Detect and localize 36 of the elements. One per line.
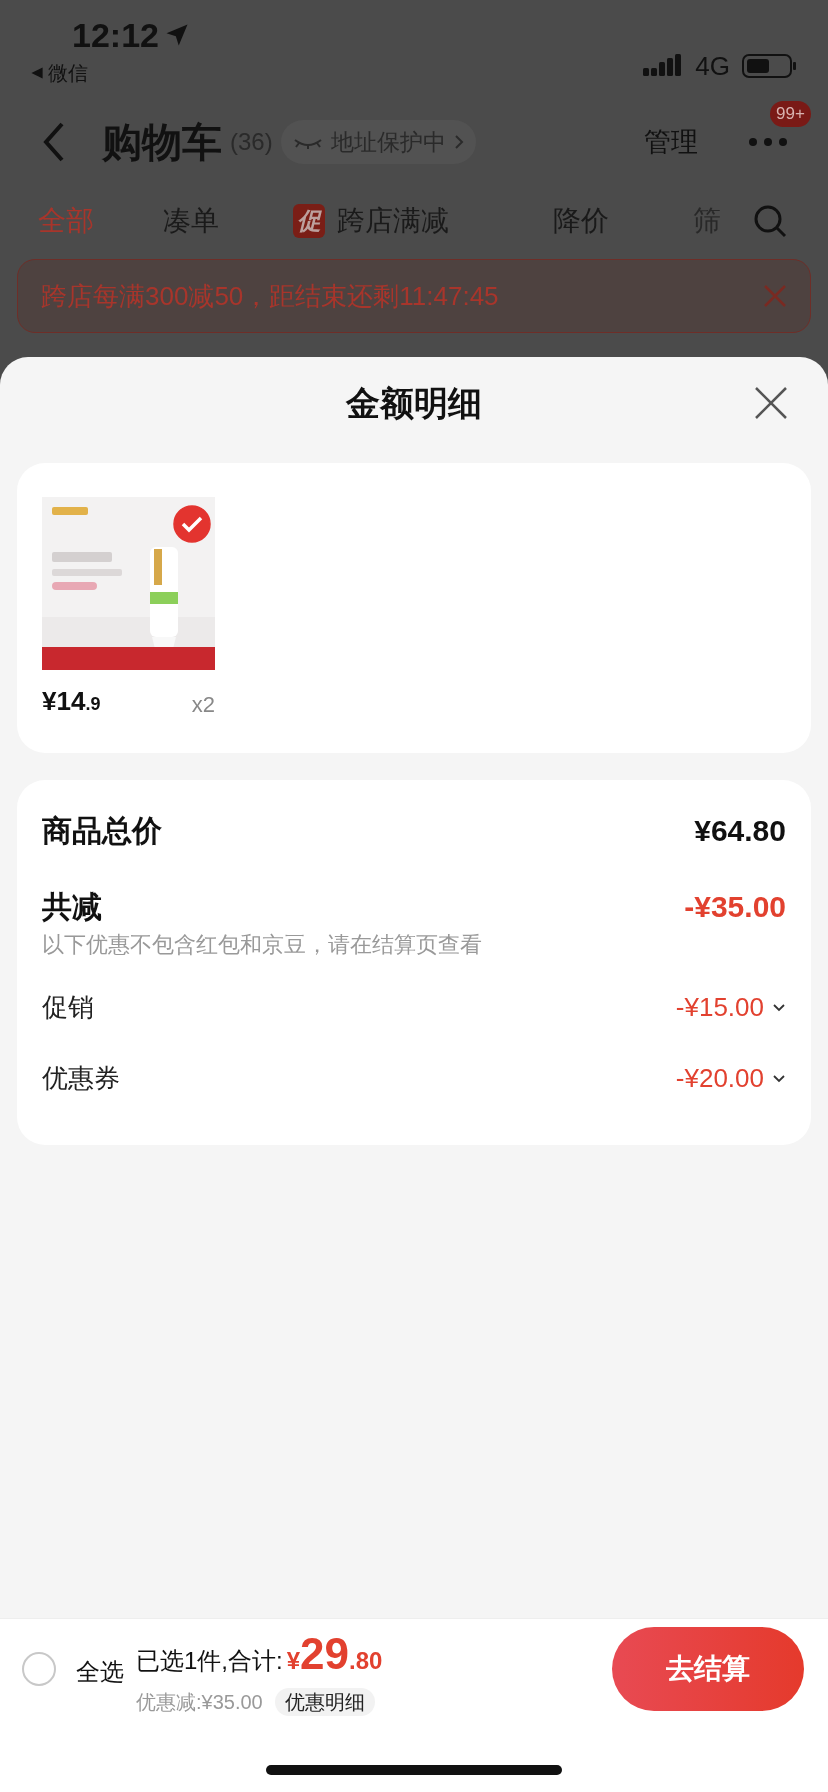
- quantity-label: x2: [191, 691, 215, 719]
- notification-badge: 99+: [770, 101, 811, 127]
- tab[interactable]: 全部: [38, 200, 94, 242]
- manage-button[interactable]: 管理: [644, 121, 698, 163]
- promo-badge: 促: [293, 204, 325, 238]
- discount-detail-button[interactable]: 优惠明细: [274, 1687, 375, 1716]
- summary-value: ¥64.80: [694, 812, 786, 849]
- back-triangle-icon[interactable]: [30, 66, 44, 80]
- summary-label: 商品总价: [42, 812, 162, 849]
- detail-label: 优惠券: [42, 1061, 120, 1095]
- product-price: ¥14.9: [42, 685, 101, 718]
- close-icon[interactable]: [754, 386, 788, 420]
- more-icon[interactable]: [748, 137, 788, 147]
- summary-label: 共减: [42, 888, 102, 925]
- detail-value: -¥20.00: [675, 1061, 764, 1095]
- back-app-link[interactable]: 微信: [48, 58, 88, 88]
- status-time: 12:12: [72, 18, 159, 52]
- discount-value: -¥35.00: [684, 888, 786, 925]
- battery-icon: [742, 52, 798, 80]
- detail-label: 促销: [42, 990, 94, 1024]
- discount-detail-row[interactable]: 优惠券 -¥20.00: [42, 1058, 786, 1098]
- select-all-checkbox[interactable]: [22, 1651, 56, 1686]
- detail-value: -¥15.00: [675, 990, 764, 1024]
- chevron-right-icon: [453, 134, 464, 150]
- checkout-button[interactable]: 去结算: [612, 1626, 804, 1711]
- discount-total: 优惠减:¥35.00: [136, 1689, 263, 1715]
- sheet-title: 金额明细: [346, 382, 482, 424]
- promo-countdown-text: 跨店每满300减50，距结束还剩11:47:45: [41, 279, 499, 313]
- total-price: ¥29.80: [286, 1627, 383, 1680]
- select-all-label[interactable]: 全选: [76, 1653, 124, 1690]
- discount-note: 以下优惠不包含红包和京豆，请在结算页查看: [42, 931, 483, 959]
- selected-summary: 已选1件,合计:: [136, 1645, 283, 1676]
- checkmark-badge-icon[interactable]: [173, 505, 211, 543]
- page-title: 购物车: [102, 119, 222, 166]
- network-label: 4G: [695, 49, 730, 83]
- discount-detail-row[interactable]: 促销 -¥15.00: [42, 987, 786, 1027]
